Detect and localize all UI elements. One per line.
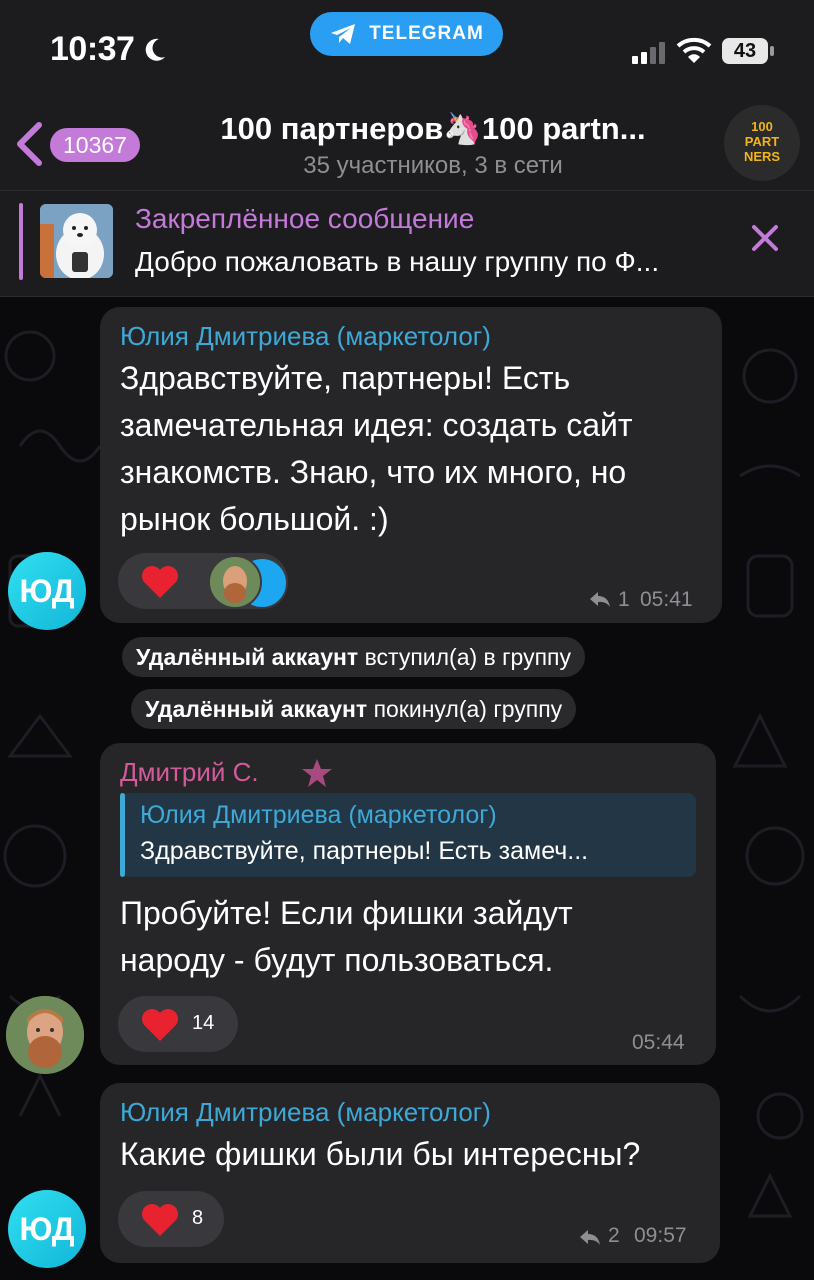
heart-icon (142, 1009, 178, 1041)
reaction-chip[interactable]: 8 (118, 1191, 224, 1247)
reaction-count: 14 (192, 1012, 215, 1034)
sender-avatar[interactable]: ЮД (8, 1190, 86, 1268)
group-avatar[interactable]: 100 PART NERS (724, 105, 800, 181)
reply-sender-name: Юлия Дмитриева (маркетолог) (140, 801, 497, 829)
moon-icon (145, 38, 165, 61)
man-photo-icon (6, 996, 84, 1074)
wifi-icon (676, 37, 712, 63)
battery-indicator: 43 (722, 38, 768, 64)
service-action: покинул(а) группу (373, 696, 563, 722)
reply-count-icon (580, 1230, 600, 1245)
chat-title[interactable]: 100 партнеров🦄100 partn... (168, 110, 698, 147)
message-line: Здравствуйте, партнеры! Есть (120, 360, 571, 396)
reply-count[interactable]: 1 (618, 588, 630, 612)
service-message: Удалённый аккаунт покинул(а) группу (131, 689, 577, 729)
message-line: народу - будут пользоваться. (120, 942, 554, 978)
sender-name[interactable]: Дмитрий С. (120, 757, 259, 788)
back-chevron-icon[interactable] (14, 121, 44, 167)
group-avatar-text: PART (744, 134, 780, 149)
message-line: Пробуйте! Если фишки зайдут (120, 895, 573, 931)
service-action: вступил(а) в группу (364, 644, 571, 670)
chat-subtitle: 35 участников, 3 в сети (303, 152, 563, 179)
reply-preview[interactable]: Юлия Дмитриева (маркетолог) Здравствуйте… (120, 793, 696, 877)
pinned-title: Закреплённое сообщение (135, 203, 475, 234)
chat-header: 10367 100 партнеров🦄100 partn... 35 учас… (0, 95, 814, 190)
service-account-name[interactable]: Удалённый аккаунт (136, 644, 358, 670)
sender-avatar[interactable]: ЮД (8, 552, 86, 630)
message-text: Какие фишки были бы интересны? (120, 1131, 640, 1178)
message-line: рынок большой. :) (120, 501, 389, 537)
reactor-avatar (208, 555, 262, 609)
status-bar: 10:37 TELEGRAM 43 (0, 0, 814, 95)
group-avatar-text: NERS (743, 149, 781, 164)
message-time: 05:41 (640, 588, 693, 611)
service-message: Удалённый аккаунт вступил(а) в группу (122, 637, 585, 677)
reply-count[interactable]: 2 (608, 1224, 620, 1248)
telegram-plane-icon (331, 24, 356, 44)
reaction-count: 8 (192, 1207, 204, 1229)
reaction-chip[interactable] (118, 553, 288, 609)
bear-thumbnail-image (40, 204, 113, 278)
group-avatar-text: 100 (751, 119, 773, 134)
sender-name[interactable]: Юлия Дмитриева (маркетолог) (120, 321, 491, 352)
message-line: знакомств. Знаю, что их много, но (120, 454, 627, 490)
reply-indicator (120, 793, 125, 877)
clock: 10:37 (50, 30, 135, 68)
reply-text: Здравствуйте, партнеры! Есть замеч... (140, 837, 589, 865)
pinned-thumbnail (40, 204, 113, 278)
pinned-message-bar[interactable]: Закреплённое сообщение Добро пожаловать … (0, 190, 814, 297)
message-bubble[interactable]: Юлия Дмитриева (маркетолог) Какие фишки … (100, 1083, 720, 1263)
close-icon[interactable] (748, 221, 782, 255)
sender-avatar[interactable] (6, 996, 84, 1074)
telegram-pill[interactable]: TELEGRAM (310, 12, 503, 56)
message-time: 09:57 (634, 1224, 687, 1247)
pinned-text: Добро пожаловать в нашу группу по Ф... (135, 246, 660, 277)
message-bubble[interactable]: Юлия Дмитриева (маркетолог) Здравствуйте… (100, 307, 722, 623)
pinned-indicator (19, 203, 23, 280)
message-line: замечательная идея: создать сайт (120, 407, 633, 443)
message-time: 05:44 (632, 1031, 685, 1054)
star-icon (302, 759, 332, 787)
sender-name[interactable]: Юлия Дмитриева (маркетолог) (120, 1097, 491, 1128)
telegram-pill-label: TELEGRAM (369, 23, 484, 44)
man-photo-icon (210, 557, 260, 607)
message-line: Какие фишки были бы интересны? (120, 1136, 641, 1172)
heart-icon (142, 566, 178, 598)
cellular-signal-icon (632, 42, 665, 64)
reply-count-icon (590, 592, 610, 607)
heart-icon (142, 1204, 178, 1236)
service-account-name[interactable]: Удалённый аккаунт (145, 696, 367, 722)
message-text: Здравствуйте, партнеры! Есть замечательн… (120, 355, 633, 543)
battery-tip (770, 46, 774, 56)
unread-count-badge[interactable]: 10367 (50, 128, 140, 162)
reaction-chip[interactable]: 14 (118, 996, 238, 1052)
message-text: Пробуйте! Если фишки зайдут народу - буд… (120, 890, 573, 984)
